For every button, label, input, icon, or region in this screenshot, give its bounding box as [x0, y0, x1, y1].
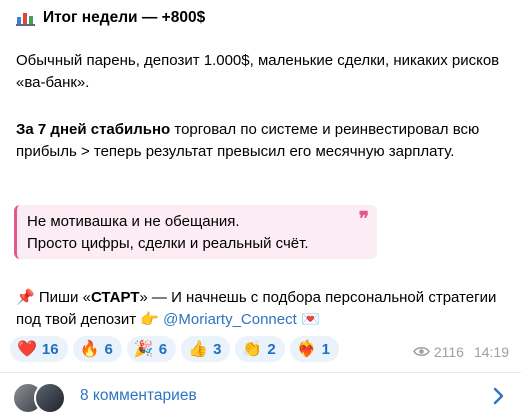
clapping-hands-icon: 👏 [242, 341, 263, 358]
heart-icon: ❤️ [17, 341, 37, 358]
post-title-row: Итог недели — +800$ [16, 8, 205, 28]
reaction-count: 1 [321, 340, 330, 358]
quote-line-1: Не мотивашка и не обещания. [27, 213, 240, 230]
heart-on-fire-icon: ❤️‍🔥 [296, 341, 317, 358]
reaction-clap[interactable]: 👏 2 [235, 336, 285, 362]
reaction-count: 6 [158, 340, 168, 358]
thumbs-up-icon: 👍 [188, 341, 209, 358]
channel-post: Итог недели — +800$ Обычный парень, депо… [0, 0, 521, 419]
post-time: 14:19 [473, 344, 509, 360]
bar-chart-icon [16, 10, 35, 26]
paragraph-result-bold: За 7 дней стабильно [16, 121, 171, 138]
reaction-party[interactable]: 🎉 6 [126, 336, 177, 362]
reaction-heart-on-fire[interactable]: ❤️‍🔥 1 [289, 336, 339, 362]
paragraph-intro: Обычный парень, депозит 1.000$, маленьки… [16, 52, 500, 91]
view-count: 2116 [433, 344, 464, 360]
reaction-count: 3 [213, 340, 222, 358]
reaction-count: 6 [104, 340, 113, 358]
chevron-right-icon [489, 385, 507, 407]
reaction-count: 16 [41, 340, 59, 358]
fire-icon: 🔥 [79, 341, 100, 358]
pin-icon: 📌 [16, 289, 35, 306]
reaction-thumbs-up[interactable]: 👍 3 [181, 336, 231, 362]
reaction-heart[interactable]: ❤️ 16 [10, 336, 68, 362]
quote-mark-icon: ❞ [358, 208, 369, 230]
contact-link[interactable]: @Moriarty_Connect [163, 311, 297, 328]
comments-label: 8 комментариев [80, 387, 197, 404]
avatar [34, 382, 66, 414]
cta-pre: Пиши « [34, 289, 91, 306]
reaction-count: 2 [267, 340, 276, 358]
comments-button[interactable]: 8 комментариев [0, 373, 521, 419]
paragraph-result: За 7 дней стабильно торговал по системе … [16, 119, 508, 163]
cta-keyword: СТАРТ [90, 289, 140, 306]
reaction-fire[interactable]: 🔥 6 [72, 336, 122, 362]
envelope-icon: 💌 [300, 311, 320, 328]
pointing-hand-icon: 👉 [140, 311, 159, 328]
post-meta: 2116 14:19 [412, 344, 509, 360]
party-popper-icon: 🎉 [133, 341, 154, 358]
eye-icon [412, 344, 430, 360]
blockquote: Не мотивашка и не обещания. Просто цифры… [14, 205, 377, 259]
commenter-avatars [12, 380, 76, 414]
post-title: Итог недели — +800$ [43, 9, 206, 26]
quote-line-2: Просто цифры, сделки и реальный счёт. [27, 235, 309, 252]
reactions-bar: ❤️ 16 🔥 6 🎉 6 👍 3 👏 2 ❤️‍🔥 1 [10, 336, 339, 362]
call-to-action: 📌 Пиши «СТАРТ» — И начнешь с подбора пер… [16, 287, 508, 331]
